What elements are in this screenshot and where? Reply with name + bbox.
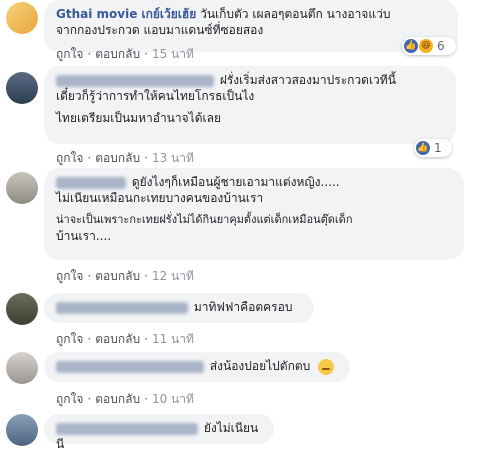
comment-bubble: มาทิฟฟาคือตครอบ: [44, 293, 314, 323]
like-icon: 👍: [416, 141, 430, 155]
avatar[interactable]: [6, 414, 38, 446]
blurred-author-name[interactable]: [56, 74, 214, 87]
blurred-author-name[interactable]: [56, 301, 188, 314]
like-link[interactable]: ถูกใจ: [56, 269, 83, 283]
comment-text-line: ไม่เนียนเหมือนกะเทยบางคนของบ้านเรา: [56, 191, 264, 205]
separator: ·: [144, 332, 148, 346]
like-icon: 👍: [404, 39, 418, 53]
comment-actions: ถูกใจ · ตอบกลับ · 15 นาที: [56, 45, 194, 64]
avatar[interactable]: [6, 2, 38, 34]
comment-author[interactable]: Gthai movie เกย์เว้ยเฮ้ย: [56, 7, 196, 21]
blurred-author-name[interactable]: [56, 360, 204, 373]
comment-text-line: มาทิฟฟาคือตครอบ: [193, 300, 293, 314]
comment-text-line: ไทยเตรียมเป็นมหาอำนาจได้เลย: [56, 111, 221, 125]
reply-link[interactable]: ตอบกลับ: [95, 332, 140, 346]
separator: ·: [87, 269, 92, 283]
comment-actions: ถูกใจ · ตอบกลับ · 10 นาที: [56, 390, 194, 409]
comment-time[interactable]: 11 นาที: [152, 332, 194, 346]
comment-bubble: ดูยังไงๆก็เหมือนผู้ชายเอามาแต่งหญิง.....…: [44, 168, 464, 260]
comment-time[interactable]: 13 นาที: [152, 151, 194, 165]
separator: ·: [144, 269, 148, 283]
separator: ·: [144, 47, 148, 61]
comment-bubble: ฝรั่งเริ่มส่งสาวสองมาประกวดเวทีนี้ เดี๋ย…: [44, 66, 456, 144]
like-link[interactable]: ถูกใจ: [56, 47, 83, 61]
comment-text-line: น่าจะเป็นเพราะกะเทยฝรั่งไม่ได้กินยาคุมตั…: [56, 213, 353, 226]
reply-link[interactable]: ตอบกลับ: [95, 47, 140, 61]
like-link[interactable]: ถูกใจ: [56, 332, 83, 346]
comment-text-line: ดูยังไงๆก็เหมือนผู้ชายเอามาแต่งหญิง.....: [131, 175, 340, 189]
comment-text-line: บ้านเรา....: [56, 229, 112, 243]
reply-link[interactable]: ตอบกลับ: [95, 151, 140, 165]
reaction-count: 1: [434, 141, 442, 155]
separator: ·: [87, 47, 92, 61]
comment-bubble: ส่งน้องปอยไปตักตบ: [44, 352, 350, 382]
separator: ·: [144, 392, 148, 406]
reply-link[interactable]: ตอบกลับ: [95, 269, 140, 283]
comment-actions: ถูกใจ · ตอบกลับ · 12 นาที: [56, 267, 194, 286]
avatar[interactable]: [6, 352, 38, 384]
reaction-count: 6: [437, 39, 445, 53]
comment-text-line: ฝรั่งเริ่มส่งสาวสองมาประกวดเวทีนี้: [219, 73, 396, 87]
comment-text-line: วันเก็บตัว เผลอๆตอนตึก นางอาจแว่บ: [200, 7, 391, 21]
separator: ·: [87, 332, 92, 346]
like-link[interactable]: ถูกใจ: [56, 151, 83, 165]
comment-bubble: ยังไม่เนียนนี: [44, 414, 274, 451]
blurred-author-name[interactable]: [56, 422, 198, 435]
comment-text-line: ส่งน้องปอยไปตักตบ: [209, 359, 311, 373]
comment-actions: ถูกใจ · ตอบกลับ · 11 นาที: [56, 330, 194, 349]
sad-face-emoji: [318, 358, 335, 375]
comment-actions: ถูกใจ · ตอบกลับ · 13 นาที: [56, 149, 194, 168]
separator: ·: [87, 151, 92, 165]
avatar[interactable]: [6, 72, 38, 104]
separator: ·: [87, 392, 92, 406]
haha-icon: 😆: [419, 39, 433, 53]
avatar[interactable]: [6, 172, 38, 204]
avatar[interactable]: [6, 293, 38, 325]
reply-link[interactable]: ตอบกลับ: [95, 392, 140, 406]
comment-time[interactable]: 10 นาที: [152, 392, 194, 406]
comment-time[interactable]: 15 นาที: [152, 47, 194, 61]
comment-time[interactable]: 12 นาที: [152, 269, 194, 283]
reaction-summary[interactable]: 👍 1: [414, 139, 452, 157]
comment-text-line: เดี๋ยวก็รู้ว่าการทำให้คนไทยโกรธเป็นไง: [56, 89, 255, 103]
separator: ·: [144, 151, 148, 165]
like-link[interactable]: ถูกใจ: [56, 392, 83, 406]
blurred-author-name[interactable]: [56, 176, 126, 189]
comment-text-line: จากกองประกวด แอบมาแดนซ์ที่ซอยสอง: [56, 23, 264, 37]
reaction-summary[interactable]: 👍 😆 6: [402, 37, 456, 55]
